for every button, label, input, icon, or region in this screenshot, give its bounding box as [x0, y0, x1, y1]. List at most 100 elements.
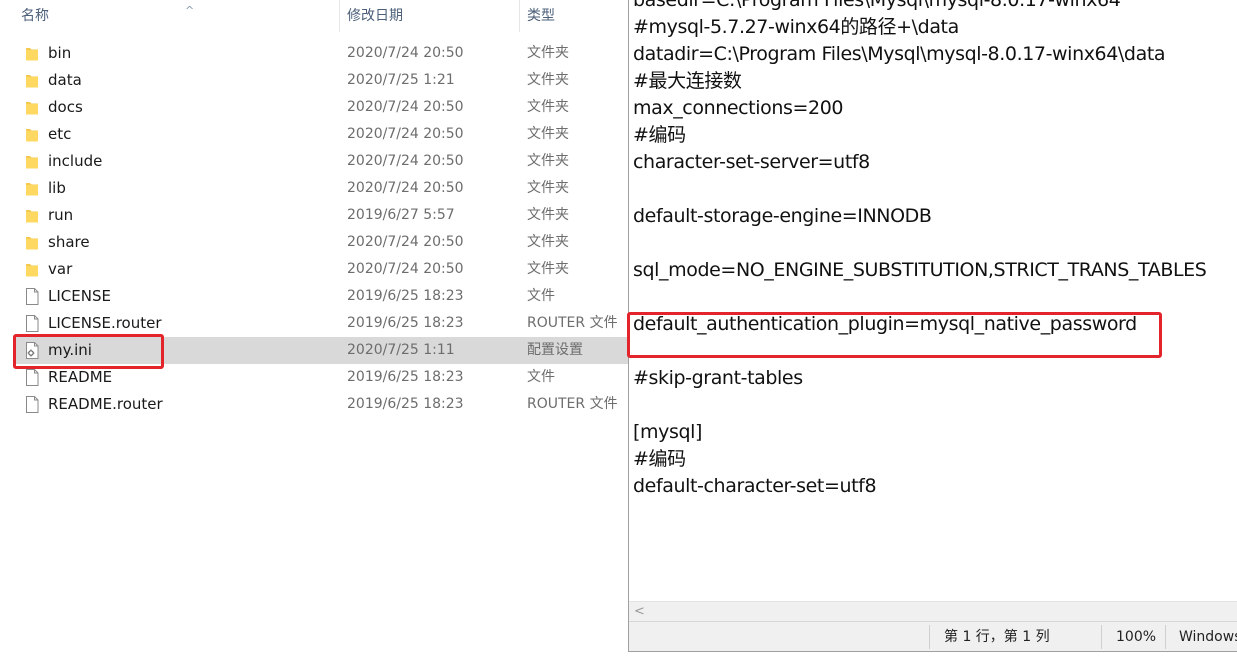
text-line: [mysql]: [633, 421, 703, 443]
status-separator: [929, 625, 930, 649]
file-type: 文件夹: [527, 45, 569, 61]
file-row[interactable]: data 2020/7/25 1:21 文件夹: [13, 67, 630, 94]
file-type: 文件夹: [527, 180, 569, 196]
file-type: 文件: [527, 369, 555, 385]
column-header-type-label: 类型: [527, 8, 555, 24]
file-row[interactable]: etc 2020/7/24 20:50 文件夹: [13, 121, 630, 148]
text-editor-area[interactable]: basedir=C:\Program Files\Mysql\mysql-8.0…: [633, 0, 1237, 500]
file-modified-date: 2019/6/27 5:57: [347, 207, 455, 223]
file-modified-date: 2020/7/24 20:50: [347, 45, 464, 61]
folder-icon: [25, 45, 39, 62]
folder-icon: [25, 234, 39, 251]
file-row[interactable]: var 2020/7/24 20:50 文件夹: [13, 256, 630, 283]
file-name: include: [48, 152, 103, 170]
folder-icon: [25, 261, 39, 278]
file-type: 文件夹: [527, 234, 569, 250]
folder-icon: [25, 72, 39, 89]
file-name: LICENSE.router: [48, 314, 162, 332]
text-line: sql_mode=NO_ENGINE_SUBSTITUTION,STRICT_T…: [633, 259, 1207, 281]
text-line: #编码: [633, 124, 686, 146]
status-bar: 第 1 行，第 1 列 100% Windows: [629, 621, 1237, 651]
file-modified-date: 2019/6/25 18:23: [347, 315, 464, 331]
file-modified-date: 2020/7/24 20:50: [347, 261, 464, 277]
file-modified-date: 2019/6/25 18:23: [347, 396, 464, 412]
file-row[interactable]: LICENSE 2019/6/25 18:23 文件: [13, 283, 630, 310]
cursor-position: 第 1 行，第 1 列: [944, 629, 1050, 645]
file-row[interactable]: lib 2020/7/24 20:50 文件夹: [13, 175, 630, 202]
folder-icon: [25, 99, 39, 116]
file-name: LICENSE: [48, 287, 111, 305]
text-line: #最大连接数: [633, 70, 742, 92]
file-modified-date: 2020/7/24 20:50: [347, 126, 464, 142]
file-row[interactable]: include 2020/7/24 20:50 文件夹: [13, 148, 630, 175]
folder-icon: [25, 180, 39, 197]
status-separator: [1101, 625, 1102, 649]
file-type: 文件夹: [527, 72, 569, 88]
file-modified-date: 2020/7/25 1:21: [347, 72, 455, 88]
file-name: run: [48, 206, 74, 224]
file-type: 文件夹: [527, 207, 569, 223]
zoom-level: 100%: [1116, 629, 1157, 645]
file-type: 文件: [527, 288, 555, 304]
file-type: 配置设置: [527, 342, 583, 358]
text-line: [633, 230, 1237, 257]
file-type: ROUTER 文件: [527, 396, 618, 412]
file-name: etc: [48, 125, 72, 143]
text-line: default-character-set=utf8: [633, 475, 877, 497]
file-modified-date: 2020/7/24 20:50: [347, 180, 464, 196]
file-icon: [25, 396, 39, 413]
file-modified-date: 2020/7/24 20:50: [347, 234, 464, 250]
status-separator: [1165, 625, 1166, 649]
file-name: data: [48, 71, 82, 89]
file-row[interactable]: README.router 2019/6/25 18:23 ROUTER 文件: [13, 391, 630, 418]
line-ending-encoding: Windows: [1179, 629, 1237, 645]
column-header-date[interactable]: 修改日期: [341, 0, 520, 32]
column-header-name[interactable]: 名称 ^: [15, 0, 340, 32]
file-row[interactable]: share 2020/7/24 20:50 文件夹: [13, 229, 630, 256]
column-header-name-label: 名称: [21, 8, 49, 24]
file-modified-date: 2020/7/25 1:11: [347, 342, 455, 358]
scroll-left-arrow-icon[interactable]: <: [634, 602, 645, 622]
text-line: basedir=C:\Program Files\Mysql\mysql-8.0…: [633, 0, 1121, 11]
file-explorer: 名称 ^ 修改日期 类型 bin 2020/7/24 20:50 文件夹 data 20…: [0, 0, 630, 658]
text-line: character-set-server=utf8: [633, 151, 870, 173]
text-line: datadir=C:\Program Files\Mysql\mysql-8.0…: [633, 43, 1166, 65]
file-row[interactable]: run 2019/6/27 5:57 文件夹: [13, 202, 630, 229]
file-name: docs: [48, 98, 83, 116]
file-row[interactable]: docs 2020/7/24 20:50 文件夹: [13, 94, 630, 121]
horizontal-scrollbar[interactable]: <: [629, 601, 1237, 622]
file-modified-date: 2019/6/25 18:23: [347, 369, 464, 385]
file-name: lib: [48, 179, 66, 197]
file-type: 文件夹: [527, 153, 569, 169]
file-type: 文件夹: [527, 126, 569, 142]
sort-ascending-icon: ^: [185, 4, 195, 17]
file-type: ROUTER 文件: [527, 315, 618, 331]
file-type: 文件夹: [527, 99, 569, 115]
file-modified-date: 2020/7/24 20:50: [347, 99, 464, 115]
text-line: #mysql-5.7.27-winx64的路径+\data: [633, 16, 959, 38]
file-name: README.router: [48, 395, 163, 413]
text-line: #编码: [633, 448, 686, 470]
file-name: bin: [48, 44, 72, 62]
folder-icon: [25, 207, 39, 224]
column-header-date-label: 修改日期: [347, 8, 403, 24]
file-name: var: [48, 260, 73, 278]
file-modified-date: 2020/7/24 20:50: [347, 153, 464, 169]
column-header-type[interactable]: 类型: [521, 0, 631, 32]
file-icon: [25, 369, 39, 386]
text-line: [633, 176, 1237, 203]
text-line: max_connections=200: [633, 97, 844, 119]
file-modified-date: 2019/6/25 18:23: [347, 288, 464, 304]
file-name: share: [48, 233, 90, 251]
text-line: default-storage-engine=INNODB: [633, 205, 932, 227]
text-line: [633, 284, 1237, 311]
text-line: #skip-grant-tables: [633, 367, 803, 389]
file-icon: [25, 288, 39, 305]
annotation-highlight-my-ini: [13, 334, 164, 369]
folder-icon: [25, 153, 39, 170]
file-row[interactable]: LICENSE.router 2019/6/25 18:23 ROUTER 文件: [13, 310, 630, 337]
file-row[interactable]: bin 2020/7/24 20:50 文件夹: [13, 40, 630, 67]
column-header-row: 名称 ^ 修改日期 类型: [0, 0, 630, 32]
file-icon: [25, 315, 39, 332]
annotation-highlight-auth-plugin-line: [627, 312, 1162, 358]
